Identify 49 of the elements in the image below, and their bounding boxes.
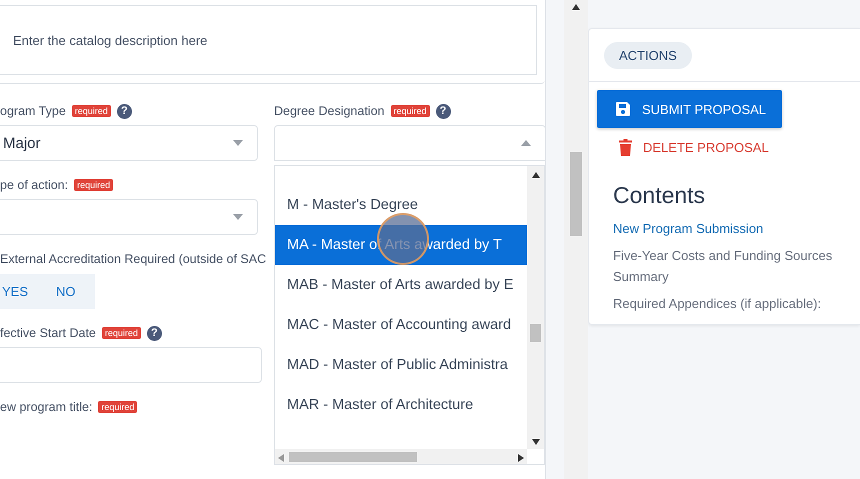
scrollbar-thumb[interactable]: [289, 452, 417, 462]
right-arrow-icon[interactable]: [518, 454, 524, 462]
help-icon[interactable]: ?: [116, 104, 132, 118]
up-arrow-icon[interactable]: [532, 172, 540, 178]
scrollbar[interactable]: [564, 0, 588, 479]
down-arrow-icon[interactable]: [532, 439, 540, 445]
contents-link[interactable]: New Program Submission: [613, 215, 848, 242]
required-badge: required: [72, 105, 111, 117]
delete-button[interactable]: DELETE PROPOSAL: [597, 128, 785, 166]
dropdown-option[interactable]: MAR - Master of Architecture: [275, 385, 527, 425]
contents-link[interactable]: Five-Year Costs and Funding Sources Summary: [613, 242, 848, 290]
trash-icon: [619, 138, 632, 156]
field-label: Degree Designation: [274, 104, 384, 118]
input-field[interactable]: [0, 347, 262, 383]
dropdown-option[interactable]: MAB - Master of Arts awarded by E: [275, 265, 527, 305]
submit-button[interactable]: SUBMIT PROPOSAL: [597, 90, 782, 128]
field-label: External Accreditation Required (outside of SAC: [0, 252, 266, 266]
select-field[interactable]: [274, 125, 546, 161]
dropdown-option[interactable]: MAC - Master of Accounting award: [275, 305, 527, 345]
caret-icon: [521, 140, 531, 146]
contents-link[interactable]: Required Appendices (if applicable):: [613, 290, 848, 317]
dropdown-option[interactable]: M - Master's Degree: [275, 185, 527, 225]
contents-heading: Contents: [613, 182, 706, 209]
field-label: pe of action:: [0, 178, 68, 192]
field-label: ew program title:: [0, 400, 92, 414]
toggle-option[interactable]: NO: [56, 274, 90, 309]
caret-icon: [233, 140, 243, 146]
dropdown-option[interactable]: MAD - Master of Public Administra: [275, 345, 527, 385]
actions-tab[interactable]: ACTIONS: [604, 42, 692, 68]
left-arrow-icon[interactable]: [278, 454, 284, 462]
scrollbar[interactable]: [275, 449, 527, 464]
help-icon[interactable]: ?: [146, 326, 162, 340]
scrollbar-thumb[interactable]: [530, 324, 541, 342]
toggle-option[interactable]: YES: [0, 274, 56, 309]
caret-icon: [233, 214, 243, 220]
required-badge: required: [74, 179, 114, 191]
select-field[interactable]: Major: [0, 125, 258, 161]
required-badge: required: [98, 401, 138, 413]
description-field[interactable]: Enter the catalog description here: [0, 5, 537, 75]
field-label: ogram Type: [0, 104, 66, 118]
scrollbar-thumb[interactable]: [570, 152, 582, 236]
scrollbar[interactable]: [527, 166, 544, 449]
save-icon: [615, 101, 631, 117]
select-field[interactable]: [0, 199, 258, 235]
up-arrow-icon[interactable]: [572, 4, 580, 10]
required-badge: required: [102, 327, 141, 339]
help-icon[interactable]: ?: [436, 104, 451, 118]
field-label: fective Start Date: [0, 326, 96, 340]
required-badge: required: [390, 105, 430, 117]
